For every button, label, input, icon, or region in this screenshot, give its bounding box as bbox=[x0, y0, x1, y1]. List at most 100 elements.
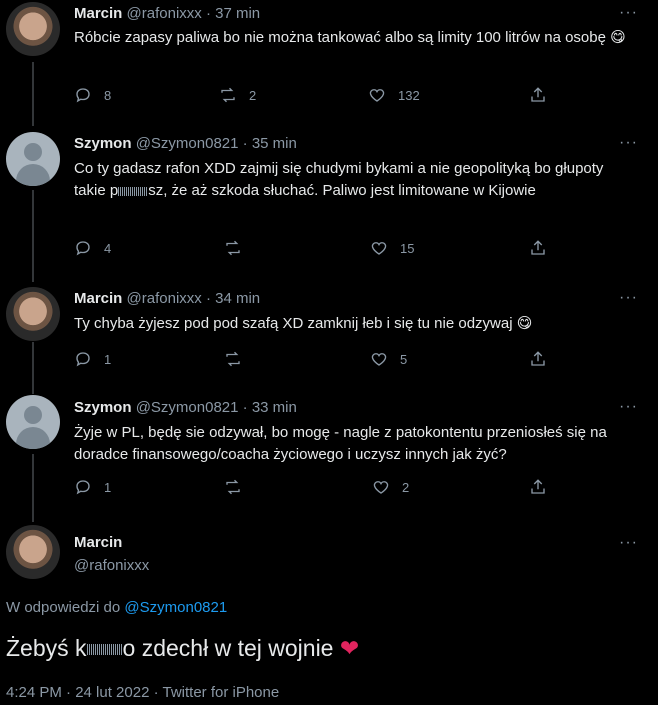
tweet-text: Ty chyba żyjesz pod pod szafą XD zamknij… bbox=[74, 315, 533, 332]
avatar[interactable] bbox=[6, 525, 60, 579]
thread-line bbox=[32, 454, 34, 522]
more-options-icon[interactable]: ··· bbox=[619, 398, 638, 416]
author-handle[interactable]: @rafonixxx bbox=[127, 5, 202, 22]
emoji: 😋 bbox=[610, 29, 626, 46]
separator-dot: · bbox=[242, 399, 248, 416]
tweet-text: Co ty gadasz rafon XDD zajmij się chudym… bbox=[74, 160, 604, 199]
reply-icon bbox=[76, 88, 90, 103]
avatar-body bbox=[16, 427, 50, 449]
retweet-count: 2 bbox=[249, 87, 257, 103]
retweet-button[interactable] bbox=[224, 350, 242, 368]
timestamp[interactable]: 34 min bbox=[215, 290, 260, 307]
share-icon bbox=[531, 479, 545, 494]
like-count: 2 bbox=[402, 479, 410, 495]
retweet-icon bbox=[226, 479, 240, 495]
reply-count: 4 bbox=[104, 240, 112, 256]
tweet-header: Marcin @rafonixxx · 34 min bbox=[74, 290, 260, 307]
thread-line bbox=[32, 190, 34, 282]
reply-icon bbox=[76, 480, 90, 495]
reply-button[interactable]: 4 bbox=[74, 239, 111, 257]
share-icon bbox=[531, 87, 545, 102]
avatar[interactable] bbox=[6, 2, 60, 56]
retweet-button[interactable]: 2 bbox=[219, 86, 256, 104]
more-options-icon[interactable]: ··· bbox=[619, 289, 638, 307]
tweet-header: Marcin @rafonixxx · 37 min bbox=[74, 5, 260, 22]
thread-line bbox=[32, 342, 34, 394]
author-name[interactable]: Marcin bbox=[74, 5, 122, 22]
reply-count: 1 bbox=[104, 351, 112, 367]
author-name[interactable]: Szymon bbox=[74, 399, 132, 416]
like-count: 15 bbox=[400, 240, 415, 256]
like-button[interactable]: 2 bbox=[372, 478, 409, 496]
share-icon bbox=[531, 240, 545, 255]
more-options-icon[interactable]: ··· bbox=[619, 4, 638, 22]
heart-icon bbox=[373, 481, 389, 494]
avatar[interactable] bbox=[6, 132, 60, 186]
more-options-icon[interactable]: ··· bbox=[619, 534, 638, 552]
main-tweet-text: Żebyś ko zdechł w tej wojnie ❤ bbox=[6, 635, 360, 661]
share-button[interactable] bbox=[529, 350, 547, 368]
timestamp[interactable]: 33 min bbox=[252, 399, 297, 416]
tweet-actions: 1 5 bbox=[74, 350, 634, 374]
retweet-button[interactable] bbox=[224, 239, 242, 257]
author-handle[interactable]: @rafonixxx bbox=[127, 290, 202, 307]
tweet-actions: 8 2 132 bbox=[74, 86, 634, 110]
retweet-icon bbox=[226, 351, 240, 367]
replying-to: W odpowiedzi do @Szymon0821 bbox=[6, 599, 228, 616]
like-count: 5 bbox=[400, 351, 408, 367]
timestamp[interactable]: 35 min bbox=[252, 135, 297, 152]
author-name[interactable]: Marcin bbox=[74, 534, 122, 551]
tweet-header: Szymon @Szymon0821 · 35 min bbox=[74, 135, 297, 152]
avatar-head bbox=[24, 406, 42, 424]
tweet-4[interactable]: Szymon @Szymon0821 · 33 min ··· Żyje w P… bbox=[0, 395, 658, 515]
author-name[interactable]: Marcin bbox=[74, 290, 122, 307]
tweet-1[interactable]: Marcin @rafonixxx · 37 min ··· Róbcie za… bbox=[0, 0, 658, 120]
like-button[interactable]: 5 bbox=[370, 350, 407, 368]
timestamp[interactable]: 37 min bbox=[215, 5, 260, 22]
more-options-icon[interactable]: ··· bbox=[619, 134, 638, 152]
mention-link[interactable]: @Szymon0821 bbox=[124, 599, 227, 616]
author-name[interactable]: Szymon bbox=[74, 135, 132, 152]
separator-dot: · bbox=[205, 5, 211, 22]
tweet-actions: 4 15 bbox=[74, 239, 634, 263]
reply-icon bbox=[76, 352, 90, 367]
retweet-icon bbox=[221, 87, 235, 103]
tweet-actions: 1 2 bbox=[74, 478, 634, 502]
like-button[interactable]: 132 bbox=[368, 86, 420, 104]
author-handle[interactable]: @Szymon0821 bbox=[136, 135, 239, 152]
tweet-2[interactable]: Szymon @Szymon0821 · 35 min ··· Co ty ga… bbox=[0, 120, 658, 285]
avatar-head bbox=[24, 143, 42, 161]
retweet-button[interactable] bbox=[224, 478, 242, 496]
tweet-3[interactable]: Marcin @rafonixxx · 34 min ··· Ty chyba … bbox=[0, 285, 658, 395]
like-button[interactable]: 15 bbox=[370, 239, 414, 257]
censored-word bbox=[118, 186, 149, 196]
tweet-metadata: 4:24 PM · 24 lut 2022 · Twitter for iPho… bbox=[6, 684, 280, 701]
heart-icon bbox=[371, 353, 387, 366]
censored-word bbox=[86, 644, 123, 656]
share-button[interactable] bbox=[529, 239, 547, 257]
author-handle[interactable]: @Szymon0821 bbox=[136, 399, 239, 416]
tweet-text: Żyje w PL, będę sie odzywał, bo mogę - n… bbox=[74, 424, 607, 463]
thread-line bbox=[32, 62, 34, 126]
avatar-body bbox=[16, 164, 50, 186]
share-button[interactable] bbox=[529, 86, 547, 104]
heart-icon bbox=[371, 242, 387, 255]
reply-count: 8 bbox=[104, 87, 112, 103]
reply-icon bbox=[76, 241, 90, 256]
tweet-text: Róbcie zapasy paliwa bo nie można tankow… bbox=[74, 29, 626, 46]
reply-button[interactable]: 8 bbox=[74, 86, 111, 104]
emoji: 😋 bbox=[516, 315, 533, 332]
avatar[interactable] bbox=[6, 287, 60, 341]
separator-dot: · bbox=[242, 135, 248, 152]
tweet-header: Szymon @Szymon0821 · 33 min bbox=[74, 399, 297, 416]
like-count: 132 bbox=[398, 87, 420, 103]
reply-count: 1 bbox=[104, 479, 112, 495]
heart-emoji: ❤ bbox=[339, 635, 360, 661]
avatar[interactable] bbox=[6, 395, 60, 449]
reply-button[interactable]: 1 bbox=[74, 350, 111, 368]
share-button[interactable] bbox=[529, 478, 547, 496]
reply-button[interactable]: 1 bbox=[74, 478, 111, 496]
author-handle[interactable]: @rafonixxx bbox=[74, 557, 149, 574]
separator-dot: · bbox=[205, 290, 211, 307]
heart-icon bbox=[369, 89, 385, 102]
